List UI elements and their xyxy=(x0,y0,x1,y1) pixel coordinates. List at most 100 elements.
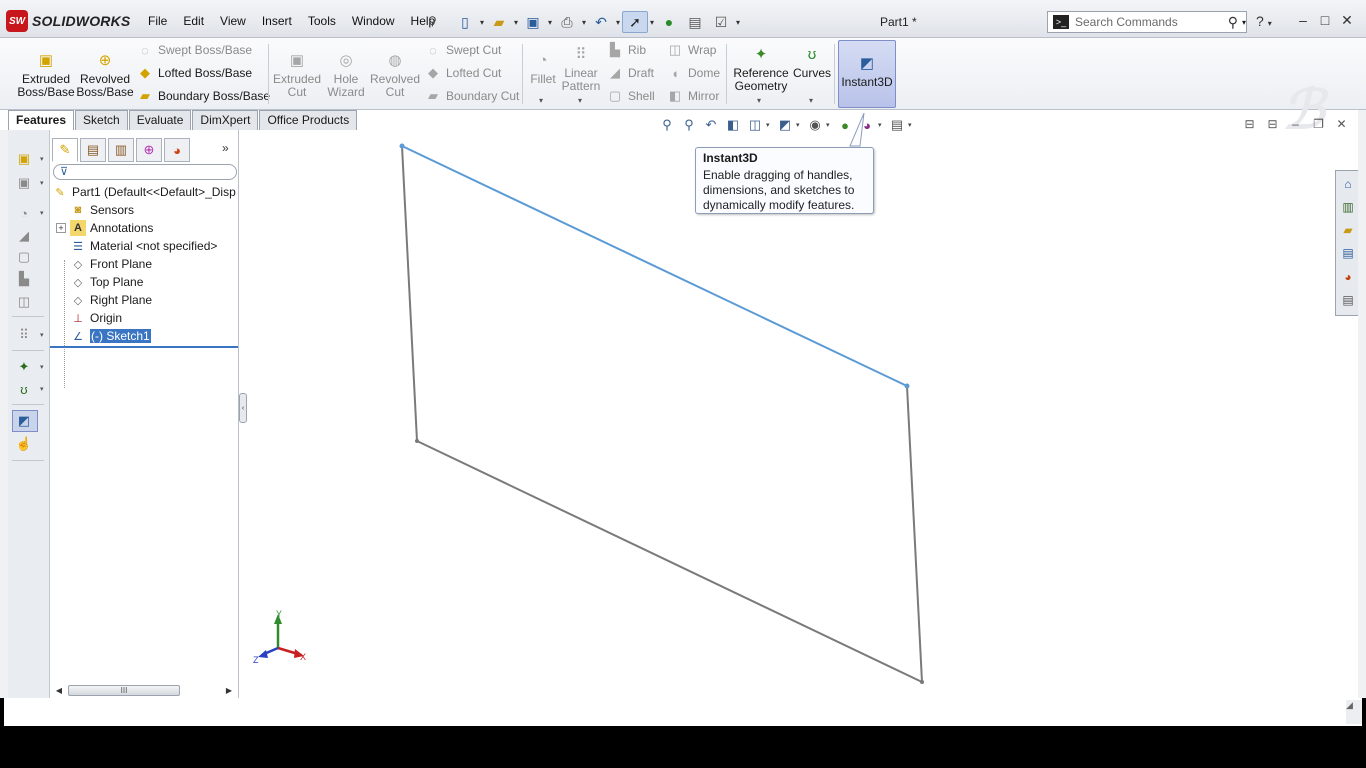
tab-evaluate[interactable]: Evaluate xyxy=(128,110,192,130)
reference-geometry-dropdown-icon[interactable]: ▾ xyxy=(757,96,761,105)
design-library-icon[interactable]: ▥ xyxy=(1339,198,1357,216)
tree-root-part[interactable]: ✎ Part1 (Default<<Default>_Disp xyxy=(52,183,235,201)
open-dropdown-icon[interactable]: ▾ xyxy=(512,18,520,27)
solidworks-logo[interactable]: SW SOLIDWORKS xyxy=(6,10,130,32)
appearances-scenes-icon[interactable]: ◕ xyxy=(1339,268,1357,286)
rib-tool-icon[interactable]: ▙ xyxy=(14,270,34,288)
view-orientation-dropdown-icon[interactable]: ▾ xyxy=(766,121,774,129)
curves-button[interactable]: ʊ Curves xyxy=(792,40,832,80)
sketch-edge-right[interactable] xyxy=(906,385,923,683)
section-view-icon[interactable]: ◧ xyxy=(722,116,744,134)
menu-file[interactable]: File xyxy=(140,12,175,32)
new-document-icon[interactable]: ▯ xyxy=(452,11,478,33)
lofted-cut-button[interactable]: ◆ Lofted Cut xyxy=(424,63,501,83)
fillet-tool-icon[interactable]: ◔ xyxy=(14,204,34,222)
panel-horizontal-scrollbar[interactable]: ◀ III ▶ xyxy=(52,683,236,697)
help-icon[interactable]: ? ▾ xyxy=(1256,13,1272,29)
curves-tool-icon[interactable]: ʊ xyxy=(14,380,34,398)
doc-minimize-icon[interactable]: – xyxy=(1284,117,1307,131)
configurationmanager-tab-icon[interactable]: ▥ xyxy=(108,138,134,162)
tool-dropdown-icon[interactable]: ▾ xyxy=(40,155,44,163)
hide-show-items-icon[interactable]: ◉ xyxy=(804,116,826,134)
featuremanager-tab-icon[interactable]: ✎ xyxy=(52,138,78,162)
displaymanager-tab-icon[interactable]: ◕ xyxy=(164,138,190,162)
view-settings-dropdown-icon[interactable]: ▾ xyxy=(908,121,916,129)
display-style-icon[interactable]: ◩ xyxy=(774,116,796,134)
scroll-left-icon[interactable]: ◀ xyxy=(52,686,66,695)
tree-item-front-plane[interactable]: ◇ Front Plane xyxy=(70,255,152,273)
lofted-boss-button[interactable]: ◆ Lofted Boss/Base xyxy=(136,63,252,83)
boundary-cut-button[interactable]: ▰ Boundary Cut xyxy=(424,86,519,106)
mirror-button[interactable]: ◧ Mirror xyxy=(666,86,719,106)
propertymanager-tab-icon[interactable]: ▤ xyxy=(80,138,106,162)
file-explorer-icon[interactable]: ▰ xyxy=(1339,221,1357,239)
extruded-cut-tool-icon[interactable]: ▣ xyxy=(14,174,34,192)
sketch-edge-bottom[interactable] xyxy=(416,440,923,683)
revolved-boss-button[interactable]: ⊕ Revolved Boss/Base xyxy=(76,46,134,99)
shell-tool-icon[interactable]: ▢ xyxy=(14,248,34,266)
curves-dropdown-icon[interactable]: ▾ xyxy=(809,96,813,105)
dome-button[interactable]: ◖ Dome xyxy=(666,63,720,83)
resize-grip-icon[interactable]: ◢ xyxy=(1346,700,1362,724)
tree-item-right-plane[interactable]: ◇ Right Plane xyxy=(70,291,152,309)
fillet-button[interactable]: ◔ Fillet xyxy=(526,46,560,86)
swept-cut-button[interactable]: ◌ Swept Cut xyxy=(424,40,501,60)
tree-item-material[interactable]: ☰ Material <not specified> xyxy=(70,237,217,255)
panel-collapse-handle[interactable]: ‹ xyxy=(239,393,247,423)
tree-filter-input[interactable]: ⊽ xyxy=(53,164,237,180)
scroll-track[interactable]: III xyxy=(66,684,222,696)
undo-icon[interactable]: ↶ xyxy=(588,11,614,33)
hide-show-dropdown-icon[interactable]: ▾ xyxy=(826,121,834,129)
doc-close-icon[interactable]: ✕ xyxy=(1330,117,1353,131)
maximize-icon[interactable]: □ xyxy=(1314,12,1336,29)
rib-button[interactable]: ▙ Rib xyxy=(606,40,646,60)
custom-properties-icon[interactable]: ▤ xyxy=(1339,291,1357,309)
tree-item-annotations[interactable]: + A Annotations xyxy=(56,219,153,237)
scroll-right-icon[interactable]: ▶ xyxy=(222,686,236,695)
search-commands-box[interactable]: >_ Search Commands ⚲ ▾ xyxy=(1047,11,1247,33)
view-settings-icon[interactable]: ▤ xyxy=(886,116,908,134)
more-tabs-icon[interactable]: » xyxy=(222,141,229,155)
freeform-tool-icon[interactable]: ☝ xyxy=(14,435,34,453)
instant3d-button[interactable]: ◩ Instant3D xyxy=(838,40,896,108)
swept-boss-button[interactable]: ◌ Swept Boss/Base xyxy=(136,40,252,60)
scroll-thumb[interactable]: III xyxy=(68,685,180,696)
menu-window[interactable]: Window xyxy=(344,12,403,32)
linear-pattern-dropdown-icon[interactable]: ▾ xyxy=(578,96,582,105)
select-dropdown-icon[interactable]: ▾ xyxy=(648,18,656,27)
zoom-to-area-icon[interactable]: ⚲ xyxy=(678,116,700,134)
rebuild-icon[interactable]: ● xyxy=(656,11,682,33)
linear-pattern-button[interactable]: ⠿ Linear Pattern xyxy=(558,40,604,93)
tree-item-sensors[interactable]: ◙ Sensors xyxy=(70,201,134,219)
pattern-tool-icon[interactable]: ⠿ xyxy=(14,326,34,344)
boundary-boss-button[interactable]: ▰ Boundary Boss/Base xyxy=(136,86,270,106)
zoom-to-fit-icon[interactable]: ⚲ xyxy=(656,116,678,134)
window-tile-left-icon[interactable]: ⊟ xyxy=(1238,117,1261,131)
extruded-cut-button[interactable]: ▣ Extruded Cut xyxy=(270,46,324,99)
revolved-cut-button[interactable]: ◍ Revolved Cut xyxy=(368,46,422,99)
dimxpertmanager-tab-icon[interactable]: ⊕ xyxy=(136,138,162,162)
undo-dropdown-icon[interactable]: ▾ xyxy=(614,18,622,27)
display-style-dropdown-icon[interactable]: ▾ xyxy=(796,121,804,129)
view-orientation-icon[interactable]: ◫ xyxy=(744,116,766,134)
sketch-vertex[interactable] xyxy=(399,143,405,149)
fillet-dropdown-icon[interactable]: ▾ xyxy=(539,96,543,105)
search-icon[interactable]: ⚲ xyxy=(1228,14,1238,31)
tree-item-sketch1[interactable]: ∠ (-) Sketch1 xyxy=(70,327,152,345)
hole-wizard-button[interactable]: ◎ Hole Wizard xyxy=(322,46,370,99)
tree-item-top-plane[interactable]: ◇ Top Plane xyxy=(70,273,144,291)
new-dropdown-icon[interactable]: ▾ xyxy=(478,18,486,27)
file-properties-icon[interactable]: ▤ xyxy=(682,11,708,33)
apply-scene-dropdown-icon[interactable]: ▾ xyxy=(878,121,886,129)
tab-office-products[interactable]: Office Products xyxy=(259,110,358,130)
tool-dropdown-icon[interactable]: ▾ xyxy=(40,363,44,371)
tool-dropdown-icon[interactable]: ▾ xyxy=(40,209,44,217)
wrap-button[interactable]: ◫ Wrap xyxy=(666,40,717,60)
shell-button[interactable]: ▢ Shell xyxy=(606,86,655,106)
tool-dropdown-icon[interactable]: ▾ xyxy=(40,331,44,339)
menu-edit[interactable]: Edit xyxy=(175,12,212,32)
expand-icon[interactable]: + xyxy=(56,223,66,233)
tab-dimxpert[interactable]: DimXpert xyxy=(192,110,259,130)
tool-dropdown-icon[interactable]: ▾ xyxy=(40,179,44,187)
reference-geometry-button[interactable]: ✦ Reference Geometry xyxy=(730,40,792,93)
